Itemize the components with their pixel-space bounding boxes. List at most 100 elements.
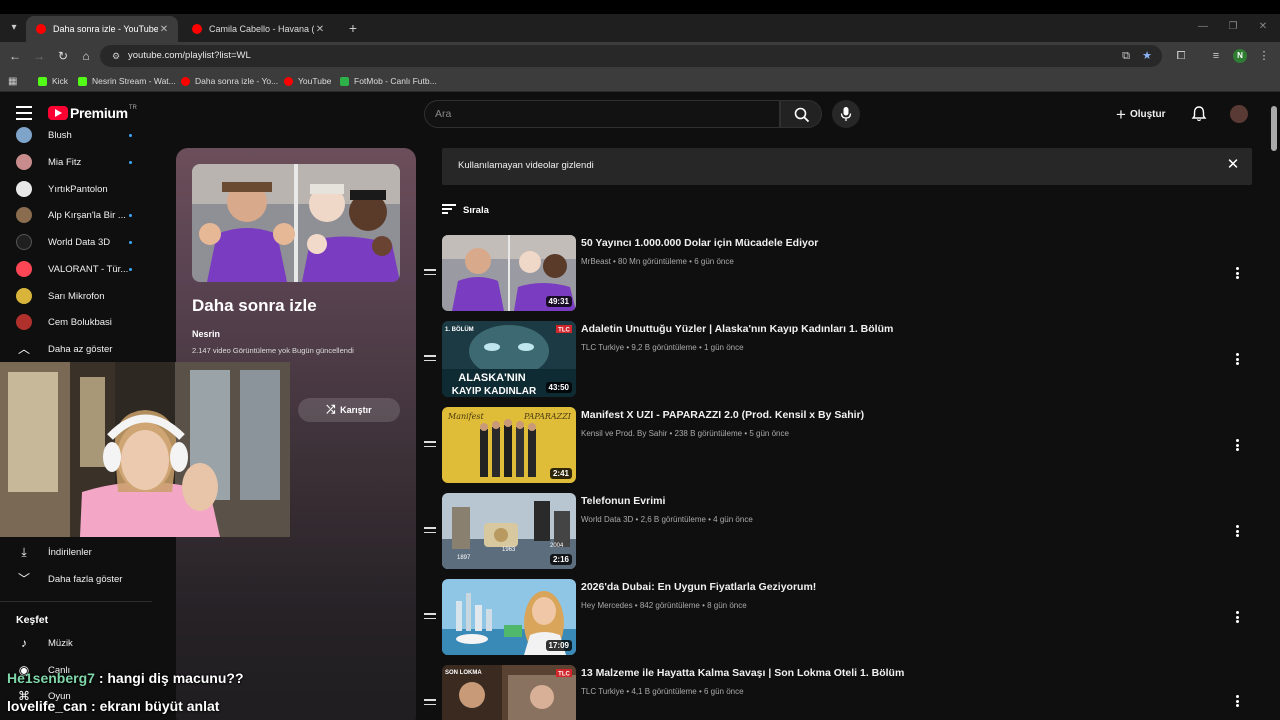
subscription-valorant[interactable]: VALORANT - Tür... bbox=[0, 256, 152, 282]
video-title[interactable]: Telefonun Evrimi bbox=[581, 495, 665, 507]
search-input[interactable]: Ara bbox=[424, 100, 780, 128]
bookmark-nesrin-stream[interactable]: Nesrin Stream - Wat... bbox=[78, 74, 176, 88]
drag-handle-icon[interactable] bbox=[424, 441, 436, 449]
video-thumbnail[interactable]: 17:09 bbox=[442, 579, 576, 655]
fotmob-icon bbox=[340, 76, 349, 86]
video-thumbnail[interactable]: 1897 1963 2004 2:16 bbox=[442, 493, 576, 569]
forward-arrow-icon[interactable]: → bbox=[31, 48, 47, 64]
video-row[interactable]: 1897 1963 2004 2:16 Telefonun Evrimi Wor… bbox=[420, 493, 1252, 573]
svg-text:1. BÖLÜM: 1. BÖLÜM bbox=[445, 326, 474, 333]
hamburger-menu-icon[interactable] bbox=[16, 106, 32, 120]
media-control-icon[interactable]: ≡ bbox=[1208, 48, 1224, 64]
video-title[interactable]: Adaletin Unuttuğu Yüzler | Alaska'nın Ka… bbox=[581, 323, 893, 335]
subscription-alp-kirsan[interactable]: Alp Kırşan'la Bir ... bbox=[0, 202, 152, 228]
thumbnail-image: TLC SON LOKMA bbox=[442, 665, 576, 720]
account-avatar[interactable] bbox=[1230, 105, 1248, 123]
extensions-icon[interactable]: ⧠ bbox=[1173, 48, 1189, 64]
video-thumbnail[interactable]: TLC SON LOKMA bbox=[442, 665, 576, 720]
show-more-button[interactable]: ﹀ Daha fazla göster bbox=[0, 566, 152, 592]
sidebar-item-downloads[interactable]: ⤓ İndirilenler bbox=[0, 539, 152, 565]
window-close-icon[interactable]: ✕ bbox=[1256, 20, 1270, 34]
video-thumbnail[interactable]: ALASKA'NIN KAYIP KADINLAR TLC 1. BÖLÜM 4… bbox=[442, 321, 576, 397]
site-info-icon[interactable]: ⚙ bbox=[110, 50, 122, 62]
more-actions-icon[interactable] bbox=[1236, 439, 1240, 451]
subscription-blush[interactable]: Blush bbox=[0, 122, 152, 148]
drag-handle-icon[interactable] bbox=[424, 269, 436, 277]
chat-username: He1senberg7 bbox=[7, 670, 95, 686]
subscription-yirtikpantolon[interactable]: YırtıkPantolon bbox=[0, 176, 152, 202]
drag-handle-icon[interactable] bbox=[424, 355, 436, 363]
shuffle-icon: ⤮ bbox=[326, 403, 336, 416]
browser-tab-watch-later[interactable]: Daha sonra izle - YouTube ✕ bbox=[26, 16, 178, 42]
music-note-icon: ♪ bbox=[21, 636, 27, 650]
video-title[interactable]: 2026'da Dubai: En Uygun Fiyatlarla Geziy… bbox=[581, 581, 816, 593]
bookmark-fotmob[interactable]: FotMob - Canlı Futb... bbox=[340, 74, 437, 88]
bookmarks-bar: ▦ Kick Nesrin Stream - Wat... Daha sonra… bbox=[0, 70, 1280, 92]
search-placeholder: Ara bbox=[435, 108, 452, 120]
restore-icon[interactable]: ❐ bbox=[1226, 20, 1240, 34]
subscription-cem-bolukbasi[interactable]: Cem Bolukbasi bbox=[0, 309, 152, 335]
reload-icon[interactable]: ↻ bbox=[55, 48, 71, 64]
more-actions-icon[interactable] bbox=[1236, 695, 1240, 707]
browser-tab-havana[interactable]: Camila Cabello - Havana (Lyrics ✕ bbox=[182, 16, 334, 42]
sort-button[interactable]: Sırala bbox=[442, 202, 489, 218]
playlist-cover-thumbnail[interactable] bbox=[192, 164, 400, 282]
install-app-icon[interactable]: ⧉ bbox=[1118, 48, 1134, 64]
address-bar[interactable]: ⚙ youtube.com/playlist?list=WL bbox=[100, 45, 1162, 67]
video-duration: 43:50 bbox=[545, 382, 572, 393]
subscription-sari-mikrofon[interactable]: Sarı Mikrofon bbox=[0, 283, 152, 309]
tab-search-chevron-icon[interactable]: ▾ bbox=[6, 20, 22, 36]
webcam-image bbox=[0, 362, 290, 537]
shuffle-button[interactable]: ⤮ Karıştır bbox=[298, 398, 400, 422]
svg-text:KAYIP KADINLAR: KAYIP KADINLAR bbox=[452, 386, 537, 397]
search-button[interactable] bbox=[780, 100, 822, 128]
create-button[interactable]: + Oluştur bbox=[1116, 104, 1166, 124]
svg-text:ALASKA'NIN: ALASKA'NIN bbox=[458, 372, 525, 384]
webcam-overlay bbox=[0, 362, 290, 537]
more-actions-icon[interactable] bbox=[1236, 525, 1240, 537]
bookmark-watch-later[interactable]: Daha sonra izle - Yo... bbox=[181, 74, 278, 88]
youtube-premium-logo[interactable]: Premium TR bbox=[48, 105, 137, 121]
drag-handle-icon[interactable] bbox=[424, 527, 436, 535]
sort-icon bbox=[442, 204, 456, 216]
video-title[interactable]: Manifest X UZI - PAPARAZZI 2.0 (Prod. Ke… bbox=[581, 409, 864, 421]
scrollbar-thumb[interactable] bbox=[1271, 106, 1277, 151]
more-actions-icon[interactable] bbox=[1236, 267, 1240, 279]
tab-close-icon[interactable]: ✕ bbox=[314, 24, 326, 35]
video-row[interactable]: TLC SON LOKMA 13 Malzeme ile Hayatta Kal… bbox=[420, 665, 1252, 720]
kick-icon bbox=[78, 76, 87, 86]
drag-handle-icon[interactable] bbox=[424, 699, 436, 707]
new-tab-icon[interactable]: + bbox=[346, 20, 360, 36]
minimize-icon[interactable]: — bbox=[1196, 20, 1210, 34]
video-row[interactable]: ALASKA'NIN KAYIP KADINLAR TLC 1. BÖLÜM 4… bbox=[420, 321, 1252, 401]
back-arrow-icon[interactable]: ← bbox=[7, 48, 23, 64]
video-title[interactable]: 13 Malzeme ile Hayatta Kalma Savaşı | So… bbox=[581, 667, 904, 679]
sidebar-item-music[interactable]: ♪ Müzik bbox=[0, 630, 152, 656]
apps-grid-icon[interactable]: ▦ bbox=[8, 74, 17, 88]
banner-close-icon[interactable]: ✕ bbox=[1226, 157, 1240, 173]
subscription-mia-fitz[interactable]: Mia Fitz bbox=[0, 149, 152, 175]
show-less-button[interactable]: ︿ Daha az göster bbox=[0, 336, 152, 362]
video-title[interactable]: 50 Yayıncı 1.000.000 Dolar için Mücadele… bbox=[581, 237, 818, 249]
subscription-world-data-3d[interactable]: World Data 3D bbox=[0, 229, 152, 255]
bookmark-star-icon[interactable]: ★ bbox=[1139, 48, 1155, 64]
video-row[interactable]: Manifest PAPARAZZI 2:41 Manifest X UZI -… bbox=[420, 407, 1252, 487]
bookmark-youtube[interactable]: YouTube bbox=[284, 74, 331, 88]
browser-menu-icon[interactable]: ⋮ bbox=[1256, 48, 1272, 64]
home-icon[interactable]: ⌂ bbox=[78, 48, 94, 64]
playlist-owner[interactable]: Nesrin bbox=[192, 329, 220, 339]
video-row[interactable]: 49:31 50 Yayıncı 1.000.000 Dolar için Mü… bbox=[420, 235, 1252, 315]
video-thumbnail[interactable]: Manifest PAPARAZZI 2:41 bbox=[442, 407, 576, 483]
drag-handle-icon[interactable] bbox=[424, 613, 436, 621]
profile-avatar[interactable]: N bbox=[1233, 49, 1247, 63]
voice-search-button[interactable] bbox=[832, 100, 860, 128]
chevron-down-icon: ﹀ bbox=[17, 572, 30, 586]
more-actions-icon[interactable] bbox=[1236, 611, 1240, 623]
page-scrollbar[interactable] bbox=[1268, 92, 1280, 720]
video-thumbnail[interactable]: 49:31 bbox=[442, 235, 576, 311]
video-row[interactable]: 17:09 2026'da Dubai: En Uygun Fiyatlarla… bbox=[420, 579, 1252, 659]
tab-close-icon[interactable]: ✕ bbox=[158, 24, 170, 35]
notifications-bell-icon[interactable] bbox=[1190, 105, 1208, 123]
more-actions-icon[interactable] bbox=[1236, 353, 1240, 365]
bookmark-kick[interactable]: Kick bbox=[38, 74, 68, 88]
